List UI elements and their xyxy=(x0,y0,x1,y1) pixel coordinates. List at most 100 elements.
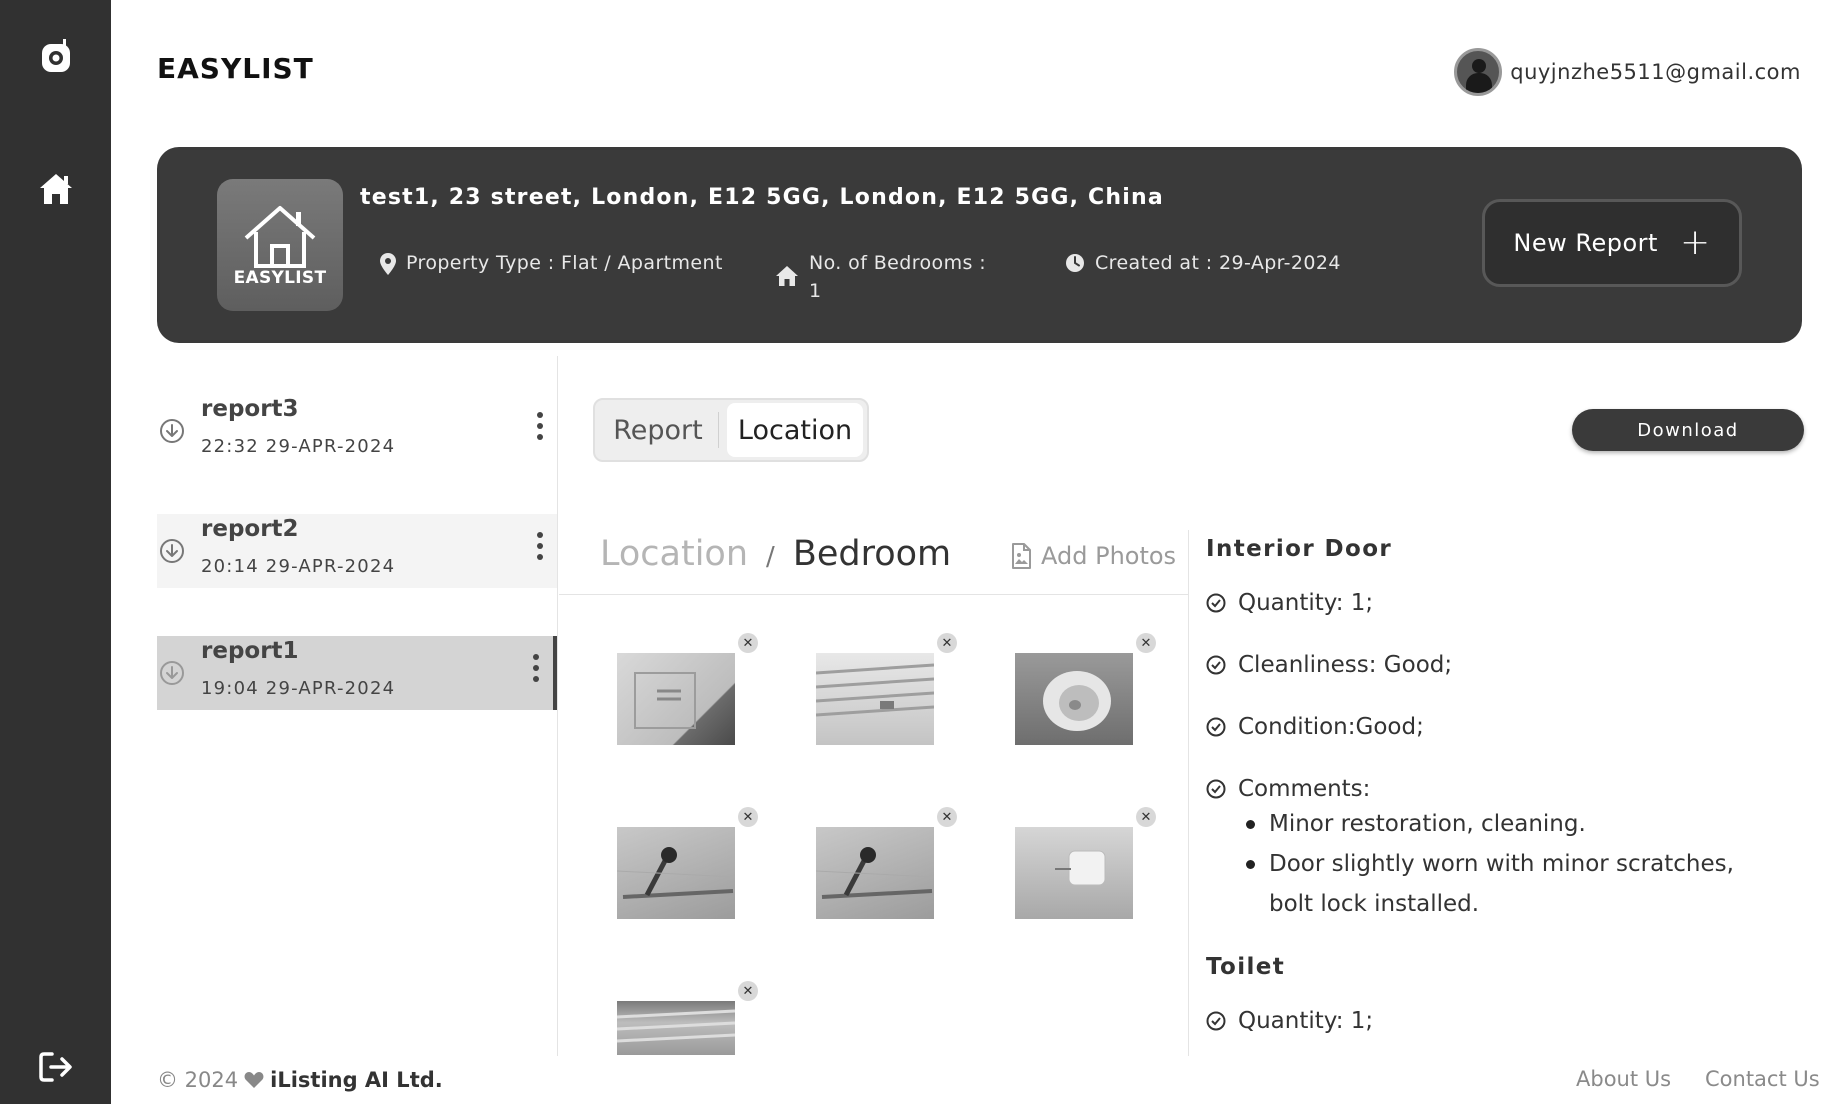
report-date: 19:04 29-APR-2024 xyxy=(201,678,396,699)
breadcrumb-current: Bedroom xyxy=(792,534,952,574)
comment-text: Door slightly worn with minor scratches,… xyxy=(1269,851,1734,917)
report-name: report3 xyxy=(201,396,299,422)
pane-divider xyxy=(559,594,1189,595)
property-type-text: Property Type : Flat / Apartment xyxy=(406,252,723,274)
location-pin-icon xyxy=(380,253,396,275)
detail-text: Quantity: 1; xyxy=(1238,590,1374,616)
property-logo: EASYLIST xyxy=(217,179,343,311)
section-title: Toilet xyxy=(1206,954,1286,980)
user-menu[interactable]: quyjnzhe5511@gmail.com xyxy=(1454,48,1801,96)
property-bedrooms: No. of Bedrooms : 1 xyxy=(775,249,986,305)
tab-location[interactable]: Location xyxy=(727,403,863,457)
photo-thumbnail[interactable] xyxy=(617,1001,735,1055)
more-vertical-icon[interactable] xyxy=(537,532,543,560)
home-small-icon xyxy=(776,266,798,286)
detail-comments: Comments: xyxy=(1206,776,1806,802)
download-button[interactable]: Download xyxy=(1572,409,1804,451)
home-icon[interactable] xyxy=(0,172,111,206)
company-name: iListing AI Ltd. xyxy=(270,1068,443,1092)
more-vertical-icon[interactable] xyxy=(533,654,539,682)
comment-text: Minor restoration, cleaning. xyxy=(1269,811,1586,837)
copyright-text: © 2024 xyxy=(157,1068,239,1092)
check-circle-icon xyxy=(1206,717,1226,737)
new-report-label: New Report xyxy=(1513,229,1658,257)
bedrooms-label: No. of Bedrooms : xyxy=(809,252,987,274)
section-title: Interior Door xyxy=(1206,536,1393,562)
breadcrumb-separator: / xyxy=(766,542,775,572)
heart-icon xyxy=(244,1072,264,1088)
detail-condition: Condition:Good; xyxy=(1206,714,1806,740)
more-vertical-icon[interactable] xyxy=(537,412,543,440)
property-type: Property Type : Flat / Apartment xyxy=(380,249,723,277)
check-circle-icon xyxy=(1206,655,1226,675)
sidebar xyxy=(0,0,111,1104)
detail-quantity: Quantity: 1; xyxy=(1206,590,1806,616)
comment-item: Minor restoration, cleaning. xyxy=(1246,804,1806,844)
logout-icon[interactable] xyxy=(0,1050,111,1084)
remove-photo-icon[interactable]: ✕ xyxy=(738,807,758,827)
download-circle-icon[interactable] xyxy=(159,660,185,686)
report-name: report1 xyxy=(201,638,299,664)
photo-thumbnail[interactable] xyxy=(816,827,934,919)
property-address: test1, 23 street, London, E12 5GG, Londo… xyxy=(360,185,1164,210)
check-circle-icon xyxy=(1206,1011,1226,1031)
property-logo-text: EASYLIST xyxy=(233,268,327,288)
house-logo-icon xyxy=(244,206,316,268)
details-divider xyxy=(1188,530,1189,1056)
download-circle-icon[interactable] xyxy=(159,538,185,564)
remove-photo-icon[interactable]: ✕ xyxy=(937,633,957,653)
about-us-link[interactable]: About Us xyxy=(1576,1067,1671,1091)
view-tabs: Report Location xyxy=(593,398,869,462)
detail-text: Quantity: 1; xyxy=(1238,1008,1374,1034)
photo-thumbnail[interactable] xyxy=(1015,827,1133,919)
property-created: Created at : 29-Apr-2024 xyxy=(1065,249,1341,277)
detail-text: Comments: xyxy=(1238,776,1371,802)
remove-photo-icon[interactable]: ✕ xyxy=(738,981,758,1001)
app-title: EASYLIST xyxy=(157,52,314,85)
bedrooms-text: No. of Bedrooms : 1 xyxy=(809,249,986,305)
add-photo-icon xyxy=(1012,543,1031,569)
report-name: report2 xyxy=(201,516,299,542)
details-panel: Interior Door Quantity: 1; Cleanliness: … xyxy=(1206,536,1806,1056)
user-email: quyjnzhe5511@gmail.com xyxy=(1510,60,1801,84)
comment-item: Door slightly worn with minor scratches,… xyxy=(1246,844,1776,924)
photo-thumbnail[interactable] xyxy=(617,827,735,919)
add-photos-button[interactable]: Add Photos xyxy=(1011,542,1176,570)
photo-thumbnail[interactable] xyxy=(1015,653,1133,745)
report-item-active[interactable]: report1 19:04 29-APR-2024 xyxy=(157,636,557,710)
breadcrumb-location[interactable]: Location xyxy=(600,534,748,574)
bedrooms-value: 1 xyxy=(809,280,822,302)
check-circle-icon xyxy=(1206,593,1226,613)
tab-separator xyxy=(718,412,719,448)
tab-report[interactable]: Report xyxy=(598,403,718,457)
remove-photo-icon[interactable]: ✕ xyxy=(937,807,957,827)
detail-cleanliness: Cleanliness: Good; xyxy=(1206,652,1806,678)
new-report-button[interactable]: New Report + xyxy=(1482,199,1742,287)
created-text: Created at : 29-Apr-2024 xyxy=(1095,252,1341,274)
footer-copyright: © 2024 iListing AI Ltd. xyxy=(157,1068,443,1092)
comments-list: Minor restoration, cleaning. Door slight… xyxy=(1246,804,1806,924)
report-date: 20:14 29-APR-2024 xyxy=(201,556,396,577)
add-photos-label: Add Photos xyxy=(1041,542,1177,570)
photo-grid: ✕ ✕ ✕ ✕ ✕ ✕ ✕ xyxy=(559,596,1187,1056)
remove-photo-icon[interactable]: ✕ xyxy=(738,633,758,653)
avatar[interactable] xyxy=(1454,48,1503,96)
download-circle-icon[interactable] xyxy=(159,418,185,444)
remove-photo-icon[interactable]: ✕ xyxy=(1136,807,1156,827)
photo-thumbnail[interactable] xyxy=(617,653,735,745)
report-item[interactable]: report2 20:14 29-APR-2024 xyxy=(157,514,557,588)
photo-thumbnail[interactable] xyxy=(816,653,934,745)
contact-us-link[interactable]: Contact Us xyxy=(1705,1067,1820,1091)
camera-icon[interactable] xyxy=(0,36,111,76)
detail-quantity: Quantity: 1; xyxy=(1206,1008,1806,1034)
list-divider xyxy=(557,356,558,1056)
clock-icon xyxy=(1066,254,1084,272)
property-banner: EASYLIST test1, 23 street, London, E12 5… xyxy=(157,147,1802,343)
check-circle-icon xyxy=(1206,779,1226,799)
plus-icon: + xyxy=(1679,222,1711,263)
remove-photo-icon[interactable]: ✕ xyxy=(1136,633,1156,653)
breadcrumb: Location / Bedroom xyxy=(600,534,951,574)
report-item[interactable]: report3 22:32 29-APR-2024 xyxy=(157,394,557,468)
report-date: 22:32 29-APR-2024 xyxy=(201,436,396,457)
detail-text: Condition:Good; xyxy=(1238,714,1424,740)
